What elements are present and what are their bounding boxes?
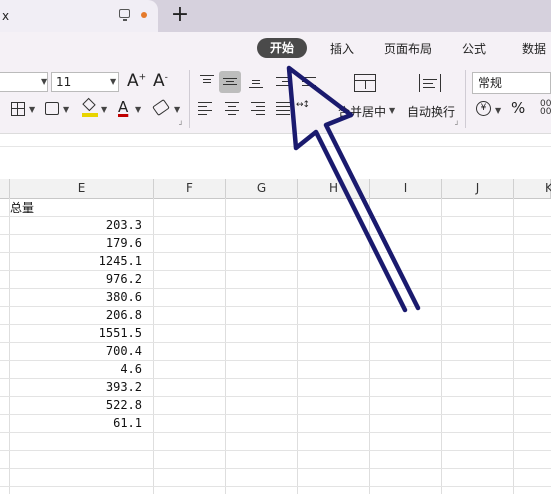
annotation-arrow-overlay: [286, 65, 421, 313]
annotation-arrow: [286, 65, 421, 313]
arrow-outline: [286, 65, 421, 313]
